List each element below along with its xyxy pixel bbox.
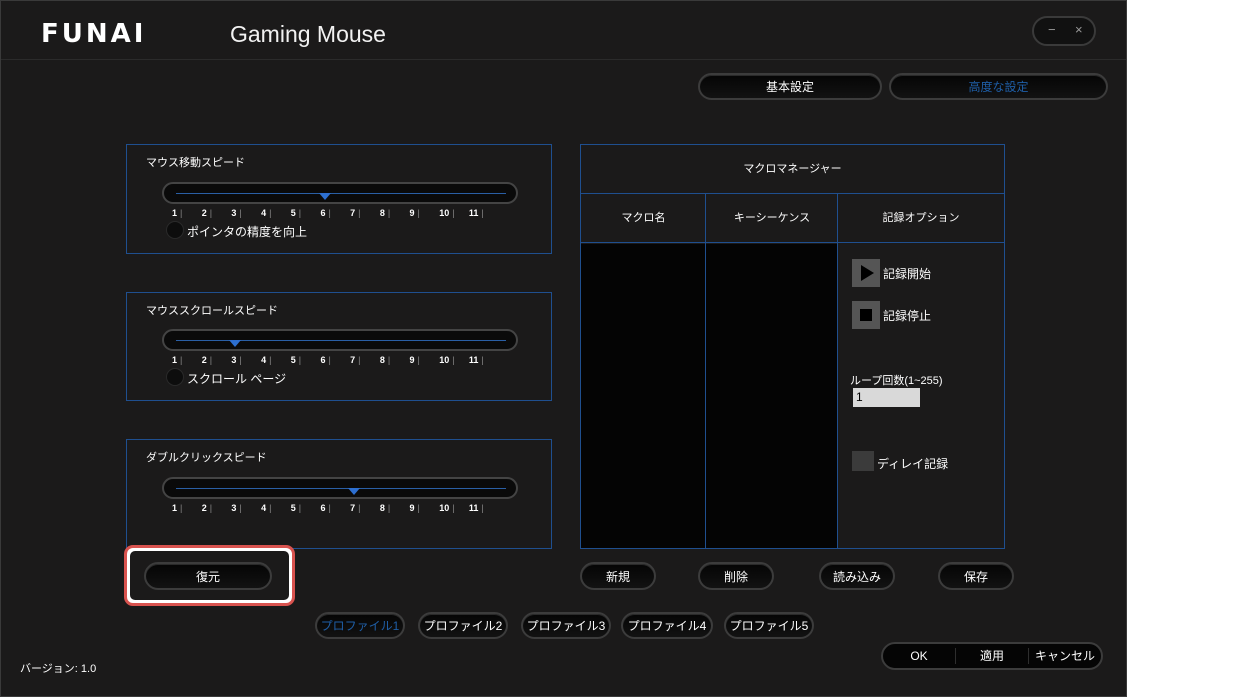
macro-delete-button[interactable]: 削除 (698, 562, 774, 590)
ok-button[interactable]: OK (883, 644, 955, 668)
delay-record-checkbox[interactable] (852, 451, 874, 471)
tick-label: 3 | (231, 208, 242, 218)
column-record-options: 記録オプション (838, 193, 1004, 243)
pointer-speed-panel: マウス移動スピード 1 | 2 | 3 | 4 | 5 | 6 | 7 | 8 | 9 | 10 | 11 | ポインタの… (126, 144, 552, 254)
tick-label: 2 | (201, 208, 213, 218)
tick-label: 6 | (320, 503, 331, 513)
tick-label: 9 | (409, 355, 420, 365)
tick-label: 11 | (468, 503, 484, 513)
tick-label: 9 | (409, 503, 420, 513)
tick-label: 11 | (468, 208, 484, 218)
tick-label: 4 | (261, 355, 272, 365)
window-controls: − × (1032, 16, 1096, 46)
apply-button[interactable]: 適用 (956, 644, 1028, 668)
macro-manager-title: マクロマネージャー (581, 145, 1004, 194)
pointer-speed-title: マウス移動スピード (146, 157, 245, 169)
profile-4-button[interactable]: プロファイル4 (621, 612, 713, 639)
loop-count-label: ループ回数(1~255) (850, 375, 943, 387)
macro-new-button[interactable]: 新規 (580, 562, 656, 590)
app-title: Gaming Mouse (230, 21, 386, 47)
tick-label: 8 | (379, 208, 391, 218)
tick-label: 8 | (379, 503, 391, 513)
double-click-ticks: 1 | 2 | 3 | 4 | 5 | 6 | 7 | 8 | 9 | 10 | 11 | (172, 503, 499, 513)
profile-5-button[interactable]: プロファイル5 (724, 612, 814, 639)
double-click-slider[interactable] (162, 477, 518, 499)
delay-record-label: ディレイ記録 (877, 457, 949, 471)
tick-label: 1 | (172, 503, 183, 513)
dialog-buttons: OK 適用 キャンセル (881, 642, 1103, 670)
scroll-page-radio[interactable] (166, 368, 184, 386)
tick-label: 11 | (468, 355, 484, 365)
version-label: バージョン: 1.0 (20, 663, 97, 675)
scroll-speed-ticks: 1 | 2 | 3 | 4 | 5 | 6 | 7 | 8 | 9 | 10 | 11 | (172, 355, 499, 365)
play-icon (861, 265, 874, 281)
scroll-speed-thumb[interactable] (229, 340, 242, 347)
tick-label: 7 | (350, 208, 361, 218)
tick-label: 10 | (439, 503, 455, 513)
tick-label: 2 | (201, 503, 213, 513)
tick-label: 5 | (290, 208, 302, 218)
tick-label: 7 | (350, 503, 361, 513)
profile-3-button[interactable]: プロファイル3 (521, 612, 611, 639)
macro-manager-panel: マクロマネージャー マクロ名 キーシーケンス 記録オプション 記録開始 記録停止… (580, 144, 1005, 549)
profile-2-button[interactable]: プロファイル2 (418, 612, 508, 639)
cancel-button[interactable]: キャンセル (1029, 644, 1101, 668)
scroll-speed-panel: マウススクロールスピード 1 | 2 | 3 | 4 | 5 | 6 | 7 | 8 | 9 | 10 | 11 | スク… (126, 292, 552, 401)
loop-count-input[interactable]: 1 (853, 388, 920, 407)
pointer-speed-ticks: 1 | 2 | 3 | 4 | 5 | 6 | 7 | 8 | 9 | 10 | 11 | (172, 208, 499, 218)
record-stop-button[interactable] (852, 301, 880, 329)
tick-label: 3 | (231, 503, 242, 513)
tick-label: 1 | (172, 208, 183, 218)
tick-label: 3 | (231, 355, 242, 365)
tick-label: 6 | (320, 208, 331, 218)
minimize-icon[interactable]: − (1048, 22, 1056, 37)
profile-1-button[interactable]: プロファイル1 (315, 612, 405, 639)
double-click-thumb[interactable] (348, 488, 361, 495)
tab-basic-settings[interactable]: 基本設定 (698, 73, 882, 100)
record-start-label: 記録開始 (883, 267, 932, 281)
tick-label: 2 | (201, 355, 213, 365)
tick-label: 4 | (261, 208, 272, 218)
tick-label: 10 | (439, 208, 455, 218)
tick-label: 7 | (350, 355, 361, 365)
double-click-title: ダブルクリックスピード (146, 452, 267, 464)
key-sequence-list[interactable] (706, 244, 838, 548)
scroll-speed-title: マウススクロールスピード (146, 305, 278, 317)
tick-label: 5 | (290, 355, 302, 365)
column-key-sequence: キーシーケンス (706, 193, 838, 243)
pointer-speed-slider[interactable] (162, 182, 518, 204)
macro-load-button[interactable]: 読み込み (819, 562, 895, 590)
precision-label: ポインタの精度を向上 (187, 225, 308, 239)
app-window: FUNAI Gaming Mouse − × 基本設定 高度な設定 マウス移動ス… (0, 0, 1127, 697)
tick-label: 1 | (172, 355, 183, 365)
pointer-speed-thumb[interactable] (318, 193, 331, 200)
title-bar[interactable]: FUNAI Gaming Mouse − × (1, 1, 1126, 60)
tick-label: 10 | (439, 355, 455, 365)
tab-advanced-settings[interactable]: 高度な設定 (889, 73, 1108, 100)
record-start-button[interactable] (852, 259, 880, 287)
tick-label: 4 | (261, 503, 272, 513)
record-stop-label: 記録停止 (883, 309, 932, 323)
macro-save-button[interactable]: 保存 (938, 562, 1014, 590)
scroll-speed-slider[interactable] (162, 329, 518, 351)
restore-button[interactable]: 復元 (144, 562, 272, 590)
close-icon[interactable]: × (1075, 22, 1083, 37)
macro-name-list[interactable] (581, 244, 706, 548)
tick-label: 6 | (320, 355, 331, 365)
scroll-page-label: スクロール ページ (187, 372, 287, 386)
funai-logo: FUNAI (41, 19, 147, 49)
stop-icon (860, 309, 872, 321)
column-macro-name: マクロ名 (581, 193, 706, 243)
tick-label: 8 | (379, 355, 391, 365)
tick-label: 5 | (290, 503, 302, 513)
precision-radio[interactable] (166, 221, 184, 239)
double-click-panel: ダブルクリックスピード 1 | 2 | 3 | 4 | 5 | 6 | 7 | 8 | 9 | 10 | 11 | (126, 439, 552, 549)
tick-label: 9 | (409, 208, 420, 218)
